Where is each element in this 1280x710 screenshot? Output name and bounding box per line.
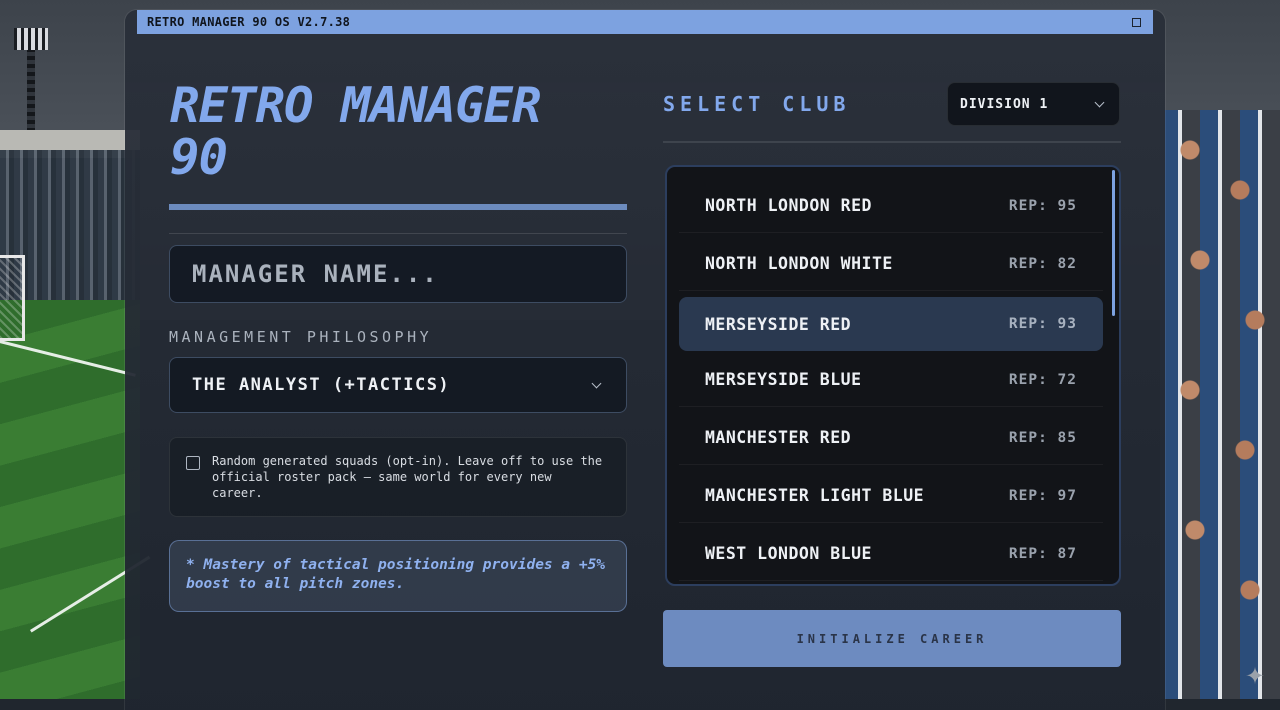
random-squads-option: Random generated squads (opt-in). Leave … (169, 437, 627, 517)
floodlight-tower (14, 28, 48, 140)
club-list-scrollbar[interactable] (1112, 170, 1115, 316)
club-rep: REP: 85 (1008, 429, 1077, 446)
club-rep: REP: 95 (1008, 197, 1077, 214)
sparkle-icon: ✦ (1245, 654, 1265, 692)
club-name: WEST LONDON BLUE (705, 544, 872, 563)
title-bar[interactable]: RETRO MANAGER 90 OS V2.7.38 (137, 10, 1153, 34)
club-row[interactable]: MANCHESTER LIGHT BLUE REP: 97 (679, 469, 1103, 523)
club-row[interactable]: WEST LONDON BLUE REP: 87 (679, 527, 1103, 581)
game-title: RETRO MANAGER 90 (170, 77, 542, 186)
main-window: RETRO MANAGER 90 OS V2.7.38 RETRO MANAGE… (125, 10, 1165, 710)
manager-name-input[interactable] (169, 245, 627, 303)
initialize-career-button[interactable]: INITIALIZE CAREER (663, 610, 1121, 667)
club-row[interactable]: MERSEYSIDE BLUE REP: 72 (679, 353, 1103, 407)
club-rep: REP: 72 (1008, 371, 1077, 388)
chevron-down-icon (591, 378, 602, 388)
random-squads-text: Random generated squads (opt-in). Leave … (212, 454, 603, 500)
club-list[interactable]: NORTH LONDON RED REP: 95 NORTH LONDON WH… (665, 165, 1121, 586)
division-select[interactable]: DIVISION 1 (947, 82, 1120, 126)
club-row[interactable]: NORTH LONDON WHITE REP: 82 (679, 237, 1103, 291)
club-name: MERSEYSIDE RED (705, 314, 852, 334)
philosophy-select[interactable]: THE ANALYST (+TACTICS) (169, 357, 627, 413)
club-rep: REP: 97 (1008, 487, 1077, 504)
club-row[interactable]: MANCHESTER RED REP: 85 (679, 411, 1103, 465)
select-club-heading: SELECT CLUB (663, 92, 851, 116)
title-underline (169, 204, 627, 210)
club-rep: REP: 82 (1008, 255, 1077, 272)
club-rep: REP: 87 (1008, 545, 1077, 562)
divider (169, 233, 627, 234)
division-value: DIVISION 1 (960, 96, 1049, 112)
club-name: MANCHESTER LIGHT BLUE (705, 486, 925, 505)
club-name: NORTH LONDON WHITE (705, 254, 893, 273)
club-rep: REP: 93 (1008, 316, 1077, 332)
philosophy-value: THE ANALYST (+TACTICS) (192, 375, 451, 395)
pitch (0, 300, 151, 699)
club-row[interactable]: NORTH LONDON RED REP: 95 (679, 179, 1103, 233)
goal-net (0, 255, 25, 341)
chevron-down-icon (1094, 97, 1105, 107)
club-row-selected[interactable]: MERSEYSIDE RED REP: 93 (679, 297, 1103, 351)
club-name: MERSEYSIDE BLUE (705, 370, 862, 389)
maximize-icon[interactable] (1132, 17, 1141, 27)
club-name: NORTH LONDON RED (705, 196, 872, 215)
crowd-right (1160, 110, 1280, 699)
philosophy-label: MANAGEMENT PHILOSOPHY (169, 328, 433, 346)
tip-text: * Mastery of tactical positioning provid… (186, 557, 606, 592)
random-squads-checkbox[interactable] (186, 456, 200, 470)
window-title: RETRO MANAGER 90 OS V2.7.38 (147, 15, 351, 29)
divider (663, 141, 1121, 143)
philosophy-tip: * Mastery of tactical positioning provid… (169, 540, 627, 612)
club-name: MANCHESTER RED (705, 428, 852, 447)
